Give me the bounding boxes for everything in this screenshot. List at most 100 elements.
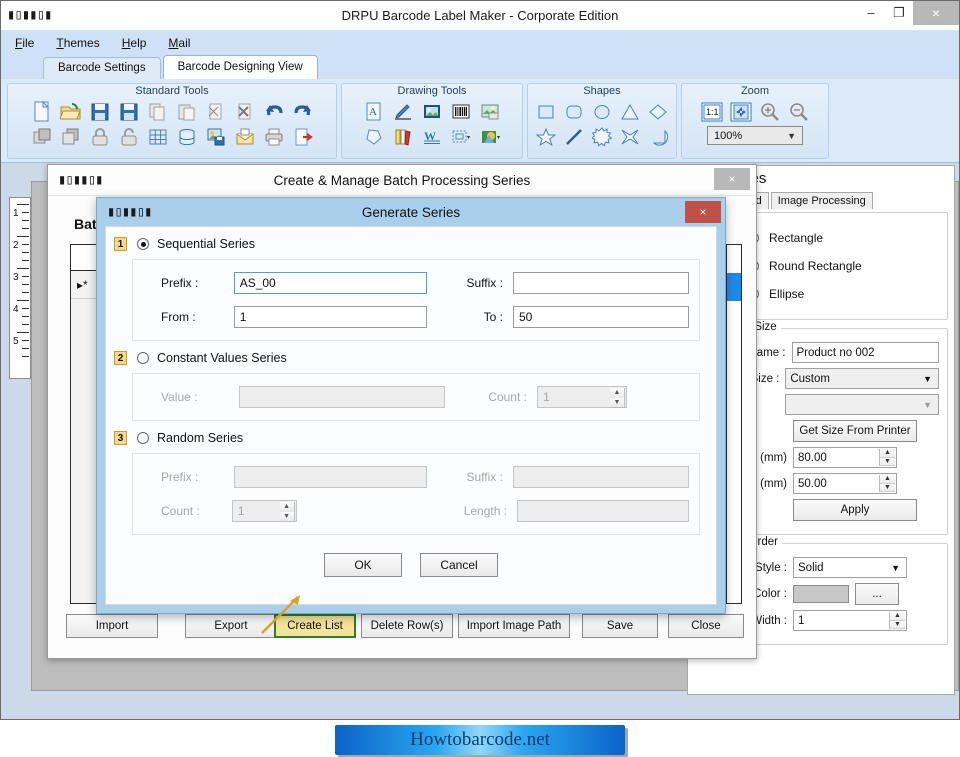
generate-dialog-close-button[interactable]: × bbox=[685, 201, 721, 223]
stepper-up-icon[interactable]: ▲ bbox=[880, 475, 895, 484]
close-button[interactable]: Close bbox=[668, 614, 744, 638]
star-icon[interactable] bbox=[534, 125, 559, 149]
save-as-icon[interactable] bbox=[116, 100, 142, 124]
random-count-input[interactable]: 1 ▲ ▼ bbox=[231, 500, 297, 522]
border-color-swatch[interactable] bbox=[793, 585, 849, 603]
sequential-suffix-input[interactable] bbox=[512, 272, 690, 294]
zoom-out-icon[interactable] bbox=[786, 100, 812, 124]
radio-sequential-series[interactable] bbox=[137, 238, 149, 250]
shape-name-input[interactable]: Product no 002 bbox=[791, 342, 939, 363]
save-button[interactable]: Save bbox=[582, 614, 658, 638]
random-count-stepper[interactable]: ▲ ▼ bbox=[279, 502, 295, 522]
constant-values-series-header[interactable]: 2 Constant Values Series bbox=[106, 341, 716, 365]
diamond-icon[interactable] bbox=[645, 100, 670, 124]
zoom-in-icon[interactable] bbox=[757, 100, 783, 124]
ok-button[interactable]: OK bbox=[324, 553, 402, 577]
print-icon[interactable] bbox=[261, 125, 287, 149]
stepper-down-icon[interactable]: ▼ bbox=[610, 397, 625, 408]
get-size-from-printer-button[interactable]: Get Size From Printer bbox=[793, 420, 917, 442]
database-icon[interactable] bbox=[174, 125, 200, 149]
pie-icon[interactable] bbox=[645, 125, 670, 149]
width-input[interactable]: 80.00 ▲ ▼ bbox=[793, 447, 897, 468]
line-icon[interactable] bbox=[562, 125, 587, 149]
signature-icon[interactable]: W bbox=[419, 125, 445, 149]
menu-item-help[interactable]: Help bbox=[122, 36, 147, 50]
zoom-level-select[interactable]: 100% ▼ bbox=[707, 126, 803, 145]
stepper-down-icon[interactable]: ▼ bbox=[880, 483, 895, 492]
scrollbar-thumb[interactable] bbox=[727, 273, 741, 301]
batch-grid-scrollbar[interactable] bbox=[726, 244, 742, 604]
constant-value-input[interactable] bbox=[239, 386, 445, 408]
stepper-down-icon[interactable]: ▼ bbox=[880, 457, 895, 466]
tab-barcode-settings[interactable]: Barcode Settings bbox=[43, 57, 161, 79]
random-series-header[interactable]: 3 Random Series bbox=[106, 421, 716, 445]
stepper-up-icon[interactable]: ▲ bbox=[890, 612, 905, 621]
stepper-up-icon[interactable]: ▲ bbox=[610, 388, 625, 398]
new-document-icon[interactable] bbox=[29, 100, 55, 124]
sequential-prefix-input[interactable]: AS_00 bbox=[233, 272, 427, 294]
batch-processing-icon[interactable] bbox=[203, 125, 229, 149]
watermark-icon[interactable] bbox=[477, 100, 503, 124]
undo-icon[interactable] bbox=[261, 100, 287, 124]
constant-count-input[interactable]: 1 ▲ ▼ bbox=[537, 386, 627, 408]
tab-barcode-designing-view[interactable]: Barcode Designing View bbox=[162, 55, 318, 79]
random-suffix-input[interactable] bbox=[512, 466, 690, 488]
batch-dialog-close-button[interactable]: × bbox=[714, 168, 750, 190]
menu-item-file[interactable]: File bbox=[15, 36, 34, 50]
border-width-stepper[interactable]: ▲ ▼ bbox=[889, 612, 905, 629]
frame-icon[interactable] bbox=[448, 125, 474, 149]
menu-item-mail[interactable]: Mail bbox=[168, 36, 190, 50]
grid-icon[interactable] bbox=[145, 125, 171, 149]
four-point-star-icon[interactable] bbox=[617, 125, 642, 149]
square-icon[interactable] bbox=[534, 100, 559, 124]
sequential-from-input[interactable]: 1 bbox=[233, 306, 427, 328]
pencil-icon[interactable] bbox=[390, 100, 416, 124]
height-input[interactable]: 50.00 ▲ ▼ bbox=[793, 473, 897, 494]
radio-random-series[interactable] bbox=[137, 432, 149, 444]
fit-to-window-icon[interactable] bbox=[728, 100, 754, 124]
text-icon[interactable]: A bbox=[361, 100, 387, 124]
border-width-input[interactable]: 1 ▲ ▼ bbox=[793, 610, 907, 631]
stepper-up-icon[interactable]: ▲ bbox=[880, 449, 895, 458]
sequential-to-input[interactable]: 50 bbox=[512, 306, 690, 328]
cancel-button[interactable]: Cancel bbox=[420, 553, 498, 577]
radio-constant-values-series[interactable] bbox=[137, 352, 149, 364]
label-ellipse: Ellipse bbox=[769, 287, 805, 301]
shape-size-select[interactable]: Custom ▼ bbox=[785, 368, 939, 389]
library-icon[interactable] bbox=[390, 125, 416, 149]
picture-icon[interactable] bbox=[419, 100, 445, 124]
email-icon[interactable] bbox=[232, 125, 258, 149]
redo-icon[interactable] bbox=[290, 100, 316, 124]
border-color-browse-button[interactable]: ... bbox=[855, 583, 899, 605]
random-length-input[interactable] bbox=[517, 500, 689, 522]
import-button[interactable]: Import bbox=[66, 614, 158, 638]
ellipse-icon[interactable] bbox=[590, 100, 615, 124]
clipart-icon[interactable] bbox=[477, 125, 503, 149]
stepper-up-icon[interactable]: ▲ bbox=[279, 502, 295, 512]
apply-button[interactable]: Apply bbox=[793, 499, 917, 521]
open-folder-icon[interactable] bbox=[58, 100, 84, 124]
menu-item-themes[interactable]: Themes bbox=[56, 36, 99, 50]
width-stepper[interactable]: ▲ ▼ bbox=[879, 449, 895, 466]
stepper-down-icon[interactable]: ▼ bbox=[890, 620, 905, 629]
import-image-path-button[interactable]: Import Image Path bbox=[458, 614, 570, 638]
round-rect-icon[interactable] bbox=[562, 100, 587, 124]
barcode-icon[interactable] bbox=[448, 100, 474, 124]
burst-icon[interactable] bbox=[590, 125, 615, 149]
height-stepper[interactable]: ▲ ▼ bbox=[879, 475, 895, 492]
sequential-series-header[interactable]: 1 Sequential Series bbox=[106, 227, 716, 251]
export-button[interactable]: Export bbox=[185, 614, 277, 638]
border-style-select[interactable]: Solid ▼ bbox=[793, 557, 907, 578]
delete-rows-button[interactable]: Delete Row(s) bbox=[361, 614, 453, 638]
triangle-icon[interactable] bbox=[617, 100, 642, 124]
paper-size-select[interactable]: ▼ bbox=[785, 394, 939, 415]
random-prefix-input[interactable] bbox=[233, 466, 427, 488]
create-list-button[interactable]: Create List bbox=[274, 614, 356, 638]
shape-icon[interactable] bbox=[361, 125, 387, 149]
export-icon[interactable] bbox=[290, 125, 316, 149]
actual-size-icon[interactable]: 1:1 bbox=[699, 100, 725, 124]
save-icon[interactable] bbox=[87, 100, 113, 124]
constant-count-stepper[interactable]: ▲ ▼ bbox=[610, 388, 625, 408]
stepper-down-icon[interactable]: ▼ bbox=[279, 511, 295, 522]
tab-image-processing[interactable]: Image Processing bbox=[770, 192, 873, 209]
